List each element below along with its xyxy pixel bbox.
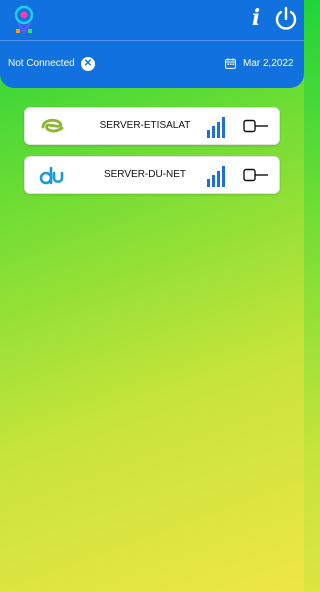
server-name: SERVER-DU-NET (103, 169, 187, 180)
du-logo-icon (39, 166, 64, 185)
connection-status-text: Not Connected (8, 58, 75, 69)
etisalat-logo-icon (41, 118, 64, 133)
signal-strength-icon (207, 166, 225, 187)
app-logo-icon (14, 5, 34, 34)
connect-toggle[interactable] (243, 119, 269, 133)
connect-toggle[interactable] (243, 168, 269, 182)
top-app-bar: i Not Connected ✕ Mar 2,2022 (0, 0, 304, 88)
server-card-du[interactable]: SERVER-DU-NET (24, 156, 280, 194)
power-icon[interactable] (274, 6, 298, 32)
server-card-etisalat[interactable]: SERVER-ETISALAT (24, 107, 280, 145)
header-divider (0, 40, 304, 41)
server-name: SERVER-ETISALAT (99, 120, 191, 131)
signal-strength-icon (207, 117, 225, 138)
info-icon[interactable]: i (248, 4, 264, 32)
calendar-icon (225, 58, 236, 69)
disconnected-close-icon[interactable]: ✕ (81, 57, 95, 71)
date-text: Mar 2,2022 (243, 58, 294, 69)
